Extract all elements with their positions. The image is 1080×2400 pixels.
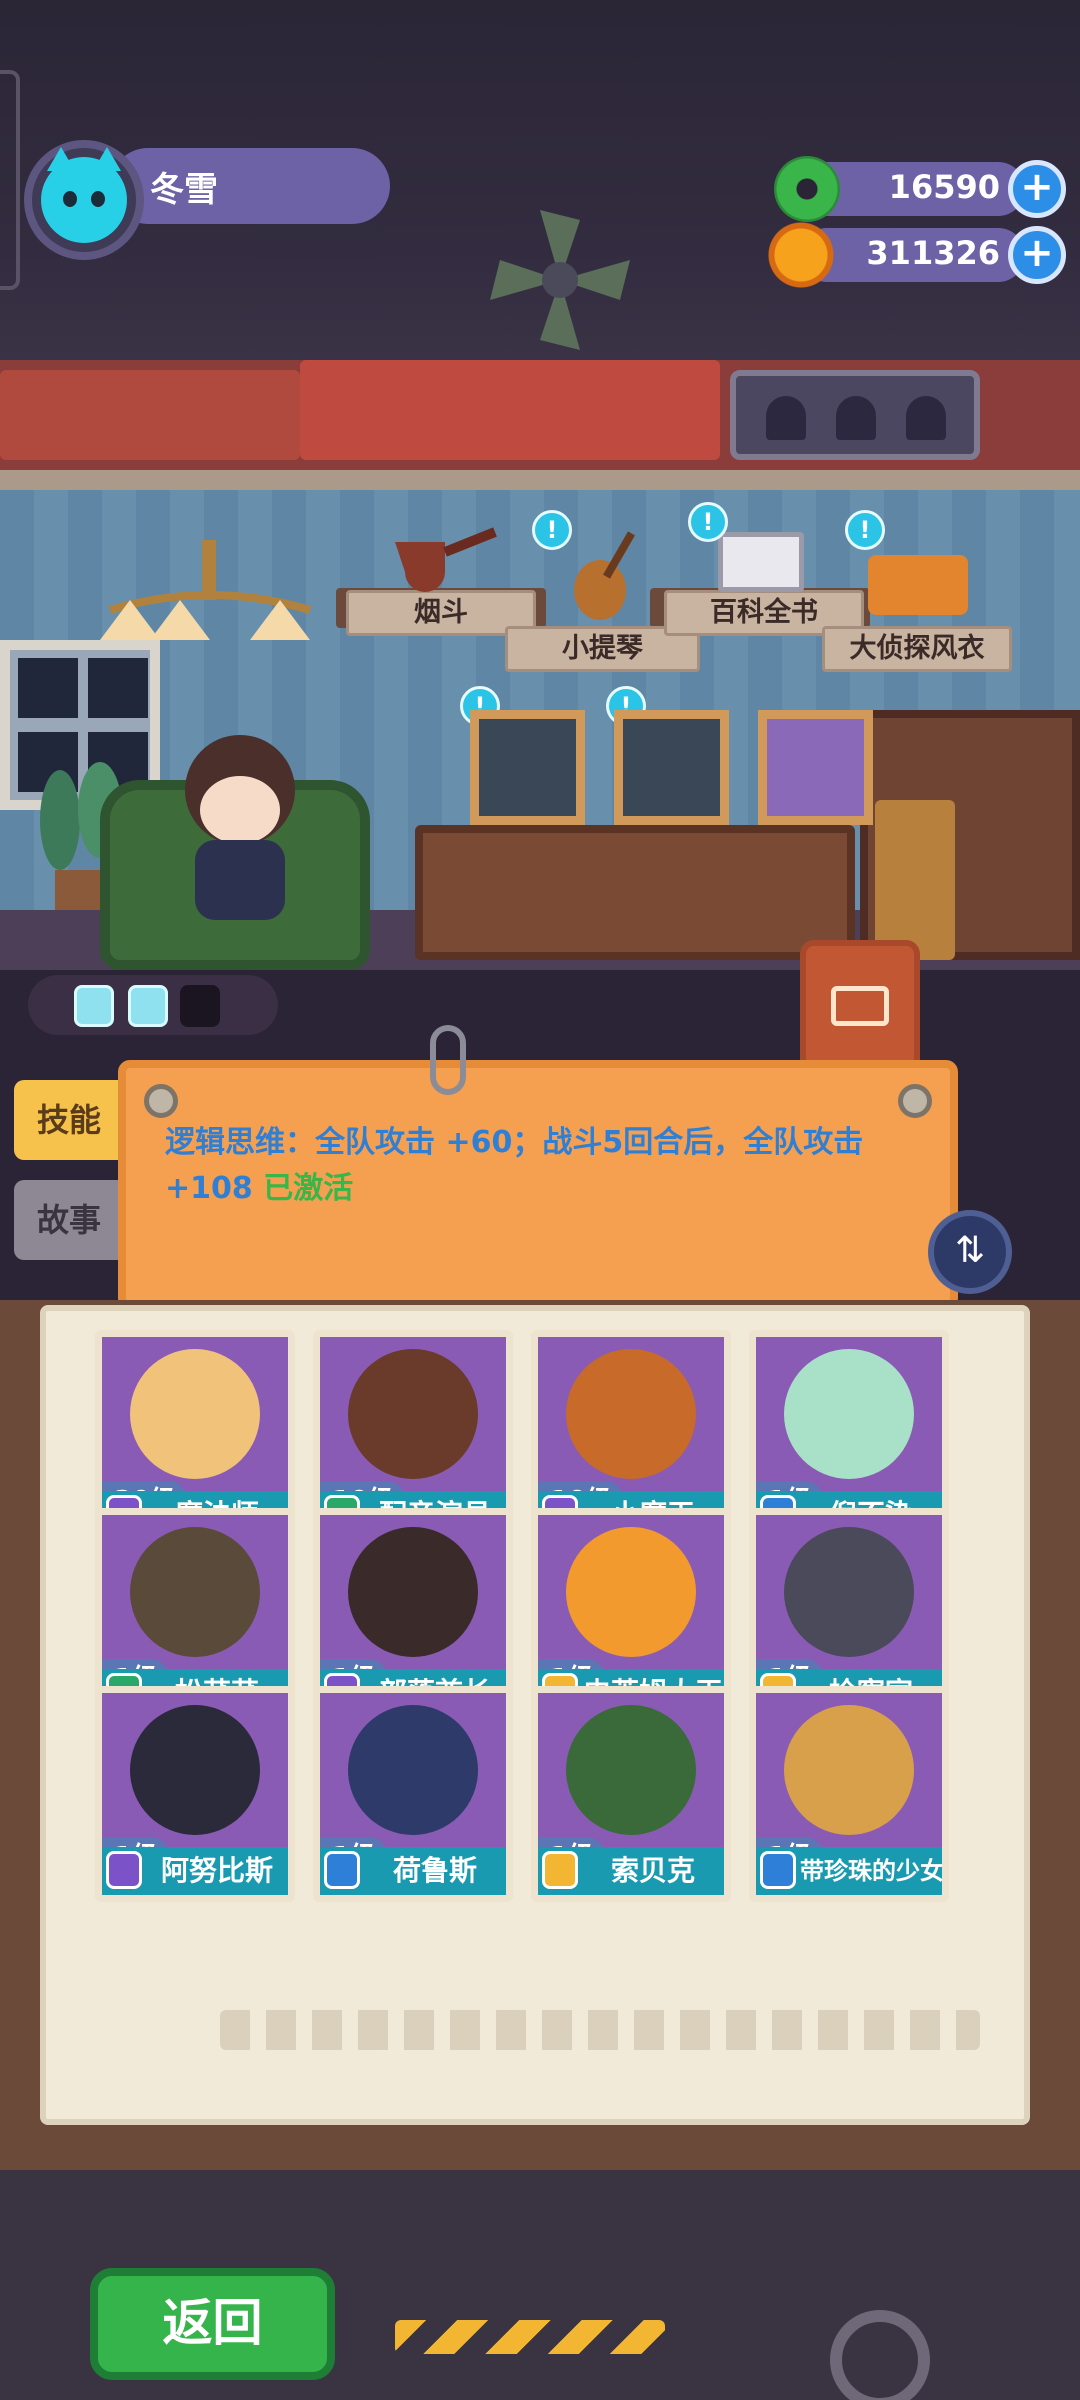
character-name: 带珍珠的少女	[800, 1857, 942, 1885]
cards-icon	[831, 986, 889, 1026]
photo-frame-2[interactable]	[614, 710, 729, 825]
notice-bubble-coat[interactable]: !	[845, 510, 885, 550]
rank-icon	[106, 1851, 142, 1889]
wall-trim	[0, 470, 1080, 490]
photo-frame-3[interactable]	[758, 710, 873, 825]
character-card[interactable]: 1级 阿努比斯	[95, 1686, 295, 1902]
player-name: 冬雪	[150, 170, 218, 210]
blurred-story-text	[220, 2010, 980, 2050]
player-avatar[interactable]	[24, 140, 144, 260]
orange-planet-icon	[768, 222, 834, 288]
character-portrait	[130, 1705, 260, 1835]
ghost-monitor	[730, 370, 980, 460]
skill-description: 逻辑思维：全队攻击 +60；战斗5回合后，全队攻击 +108 已激活	[165, 1120, 910, 1212]
energy-empty-icon	[180, 985, 220, 1027]
hazard-stripe	[395, 2320, 665, 2354]
add-donut-button[interactable]: +	[1008, 160, 1066, 218]
character-portrait	[784, 1527, 914, 1657]
character-card[interactable]: 1级 索贝克	[531, 1686, 731, 1902]
character-name: 索贝克	[610, 1854, 695, 1887]
ceiling-fan-icon	[490, 210, 630, 350]
trench-coat-icon	[868, 555, 968, 615]
tab-skill[interactable]: 技能	[14, 1080, 124, 1160]
character-portrait	[566, 1705, 696, 1835]
character-portrait	[784, 1349, 914, 1479]
gear-icon	[830, 2310, 930, 2400]
currency-value-planet: 311326	[866, 234, 1000, 272]
character-portrait	[348, 1705, 478, 1835]
add-planet-button[interactable]: +	[1008, 226, 1066, 284]
wall-top-shelves	[0, 360, 1080, 470]
character-portrait	[348, 1349, 478, 1479]
encyclopedia-book-icon	[718, 532, 804, 592]
energy-full-icon	[74, 985, 114, 1027]
character-card[interactable]: 1级 荷鲁斯	[313, 1686, 513, 1902]
detective-character[interactable]	[165, 730, 315, 930]
wooden-desk	[415, 825, 855, 960]
paperclip-icon	[430, 1025, 466, 1095]
side-bracket	[0, 70, 20, 290]
rank-icon	[760, 1851, 796, 1889]
character-portrait	[130, 1527, 260, 1657]
cat-face-icon	[41, 147, 127, 243]
character-portrait	[566, 1527, 696, 1657]
skill-status: 已激活	[263, 1171, 354, 1206]
character-name: 阿努比斯	[160, 1854, 273, 1887]
gallery-button[interactable]	[800, 940, 920, 1070]
notice-bubble-pipe[interactable]: !	[532, 510, 572, 550]
character-portrait	[348, 1527, 478, 1657]
character-portrait	[784, 1705, 914, 1835]
rank-icon	[324, 1851, 360, 1889]
currency-value-donut: 16590	[888, 168, 1000, 206]
pin-icon	[144, 1084, 178, 1118]
item-label-coat[interactable]: 大侦探风衣	[822, 626, 1012, 672]
character-portrait	[130, 1349, 260, 1479]
scroll-basket	[875, 800, 955, 960]
notice-bubble-violin[interactable]: !	[688, 502, 728, 542]
swap-order-button[interactable]: ⇅	[928, 1210, 1012, 1294]
photo-frame-1[interactable]	[470, 710, 585, 825]
chandelier-icon	[100, 540, 312, 640]
violin-icon	[574, 531, 635, 620]
rank-icon	[542, 1851, 578, 1889]
character-card[interactable]: 1级 带珍珠的少女	[749, 1686, 949, 1902]
pipe-icon	[395, 527, 497, 592]
pin-icon	[898, 1084, 932, 1118]
back-button[interactable]: 返回	[90, 2268, 335, 2380]
tab-story[interactable]: 故事	[14, 1180, 124, 1260]
character-portrait	[566, 1349, 696, 1479]
energy-full-icon	[128, 985, 168, 1027]
character-name: 荷鲁斯	[392, 1854, 477, 1887]
